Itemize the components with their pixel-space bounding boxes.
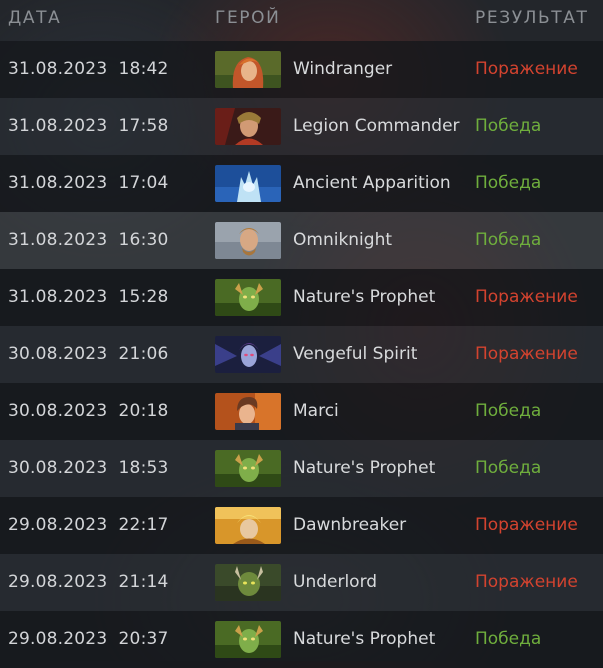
match-date: 31.08.2023 16:30 <box>8 230 169 250</box>
windranger-portrait-icon <box>215 51 281 88</box>
match-result: Поражение <box>475 515 578 535</box>
hero-name: Vengeful Spirit <box>293 344 418 364</box>
hero-name: Ancient Apparition <box>293 173 451 193</box>
match-result: Поражение <box>475 59 578 79</box>
match-row[interactable]: 31.08.2023 18:42 Windranger Поражение <box>0 41 603 98</box>
hero-name: Windranger <box>293 59 393 79</box>
match-result: Поражение <box>475 572 578 592</box>
hero-name: Nature's Prophet <box>293 458 436 478</box>
hero-name: Nature's Prophet <box>293 629 436 649</box>
match-date: 31.08.2023 15:28 <box>8 287 169 307</box>
match-row[interactable]: 31.08.2023 16:30 Omniknight Победа <box>0 212 603 269</box>
natures-prophet-portrait-icon <box>215 450 281 487</box>
legion-commander-portrait-icon <box>215 108 281 145</box>
hero-name: Marci <box>293 401 339 421</box>
match-date: 31.08.2023 18:42 <box>8 59 169 79</box>
match-row[interactable]: 31.08.2023 17:58 Legion Commander Победа <box>0 98 603 155</box>
match-date: 31.08.2023 17:04 <box>8 173 169 193</box>
match-result: Победа <box>475 629 542 649</box>
match-date: 30.08.2023 18:53 <box>8 458 169 478</box>
column-header-date[interactable]: ДАТА <box>8 8 61 28</box>
match-date: 29.08.2023 20:37 <box>8 629 169 649</box>
hero-name: Legion Commander <box>293 116 460 136</box>
match-row[interactable]: 31.08.2023 17:04 Ancient Apparition Побе… <box>0 155 603 212</box>
match-date: 30.08.2023 20:18 <box>8 401 169 421</box>
table-header: ДАТА ГЕРОЙ РЕЗУЛЬТАТ <box>0 0 603 38</box>
column-header-result[interactable]: РЕЗУЛЬТАТ <box>475 8 589 28</box>
natures-prophet-portrait-icon <box>215 621 281 658</box>
match-result: Поражение <box>475 344 578 364</box>
column-header-hero[interactable]: ГЕРОЙ <box>215 8 280 28</box>
hero-name: Omniknight <box>293 230 393 250</box>
match-row[interactable]: 30.08.2023 18:53 Nature's Prophet Победа <box>0 440 603 497</box>
underlord-portrait-icon <box>215 564 281 601</box>
match-result: Поражение <box>475 287 578 307</box>
match-date: 30.08.2023 21:06 <box>8 344 169 364</box>
match-result: Победа <box>475 401 542 421</box>
match-row[interactable]: 30.08.2023 21:06 Vengeful Spirit Поражен… <box>0 326 603 383</box>
ancient-apparition-portrait-icon <box>215 165 281 202</box>
match-result: Победа <box>475 116 542 136</box>
match-result: Победа <box>475 458 542 478</box>
match-row[interactable]: 30.08.2023 20:18 Marci Победа <box>0 383 603 440</box>
match-row[interactable]: 29.08.2023 20:37 Nature's Prophet Победа <box>0 611 603 668</box>
dawnbreaker-portrait-icon <box>215 507 281 544</box>
match-result: Победа <box>475 230 542 250</box>
omniknight-portrait-icon <box>215 222 281 259</box>
match-result: Победа <box>475 173 542 193</box>
match-date: 31.08.2023 17:58 <box>8 116 169 136</box>
marci-portrait-icon <box>215 393 281 430</box>
match-date: 29.08.2023 21:14 <box>8 572 169 592</box>
match-date: 29.08.2023 22:17 <box>8 515 169 535</box>
match-list: 31.08.2023 18:42 Windranger Поражение 31… <box>0 41 603 668</box>
match-row[interactable]: 31.08.2023 15:28 Nature's Prophet Пораже… <box>0 269 603 326</box>
match-row[interactable]: 29.08.2023 22:17 Dawnbreaker Поражение <box>0 497 603 554</box>
vengeful-spirit-portrait-icon <box>215 336 281 373</box>
hero-name: Dawnbreaker <box>293 515 407 535</box>
hero-name: Nature's Prophet <box>293 287 436 307</box>
match-row[interactable]: 29.08.2023 21:14 Underlord Поражение <box>0 554 603 611</box>
match-history-panel: ДАТА ГЕРОЙ РЕЗУЛЬТАТ 31.08.2023 18:42 Wi… <box>0 0 603 668</box>
natures-prophet-portrait-icon <box>215 279 281 316</box>
hero-name: Underlord <box>293 572 378 592</box>
